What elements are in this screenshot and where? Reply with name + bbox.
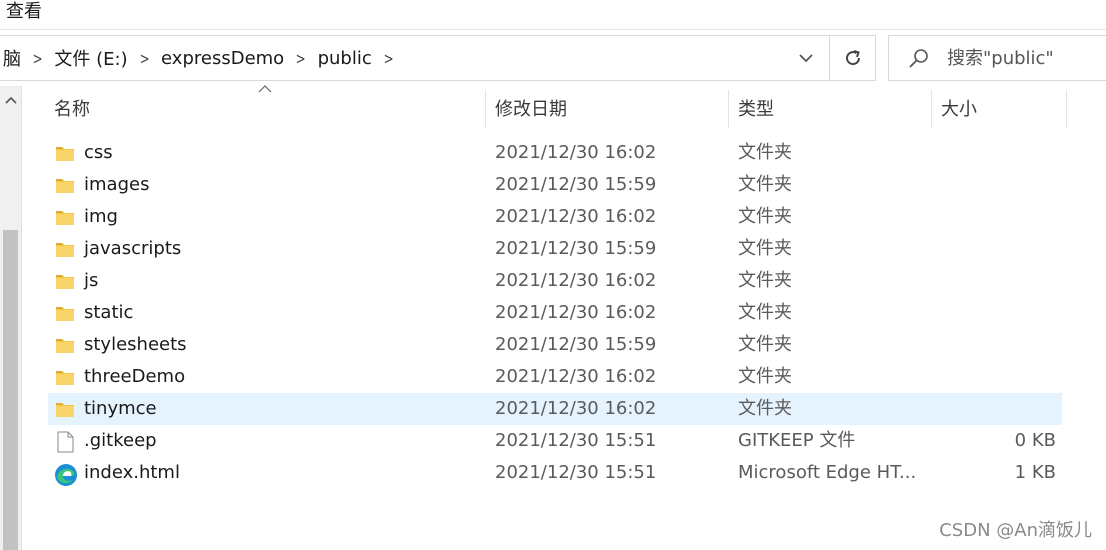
file-name: index.html	[84, 462, 180, 483]
file-modified-date: 2021/12/30 15:51	[495, 430, 657, 451]
folder-icon	[54, 239, 76, 259]
file-modified-date: 2021/12/30 16:02	[495, 270, 657, 291]
column-header-name[interactable]: 名称	[54, 86, 484, 130]
file-row[interactable]: static 2021/12/30 16:02 文件夹	[48, 297, 1062, 329]
folder-icon	[54, 143, 76, 163]
folder-icon	[54, 335, 76, 355]
address-row: 脑 > 文件 (E:) > expressDemo > public >	[0, 30, 1106, 86]
folder-icon	[54, 367, 76, 387]
folder-icon	[54, 207, 76, 227]
file-row[interactable]: stylesheets 2021/12/30 15:59 文件夹	[48, 329, 1062, 361]
file-name: images	[84, 174, 150, 195]
breadcrumb-drive[interactable]: 文件 (E:)	[50, 45, 131, 71]
folder-icon	[54, 271, 76, 291]
column-divider[interactable]	[1066, 90, 1067, 128]
file-type: 文件夹	[738, 238, 792, 259]
view-tab[interactable]: 查看	[6, 0, 42, 24]
edge-icon	[54, 463, 77, 486]
file-modified-date: 2021/12/30 16:02	[495, 206, 657, 227]
file-modified-date: 2021/12/30 16:02	[495, 398, 657, 419]
file-modified-date: 2021/12/30 16:02	[495, 302, 657, 323]
chevron-right-icon[interactable]: >	[28, 49, 47, 68]
folder-icon	[54, 399, 76, 419]
folder-icon	[54, 175, 76, 195]
file-row[interactable]: javascripts 2021/12/30 15:59 文件夹	[48, 233, 1062, 265]
file-modified-date: 2021/12/30 15:51	[495, 462, 657, 483]
file-name: js	[84, 270, 99, 291]
file-row[interactable]: tinymce 2021/12/30 16:02 文件夹	[48, 393, 1062, 425]
file-type: 文件夹	[738, 302, 792, 323]
search-box[interactable]	[888, 35, 1106, 81]
column-header-size[interactable]: 大小	[941, 86, 1061, 130]
scroll-thumb[interactable]	[3, 230, 18, 550]
search-icon	[909, 49, 928, 68]
column-divider[interactable]	[728, 90, 729, 128]
file-modified-date: 2021/12/30 16:02	[495, 142, 657, 163]
file-name: .gitkeep	[84, 430, 157, 451]
file-name: threeDemo	[84, 366, 186, 387]
column-divider[interactable]	[485, 90, 486, 128]
breadcrumb-public[interactable]: public	[314, 48, 376, 69]
pane-divider	[21, 86, 22, 550]
file-row[interactable]: images 2021/12/30 15:59 文件夹	[48, 169, 1062, 201]
chevron-right-icon[interactable]: >	[291, 49, 310, 68]
file-type: Microsoft Edge HT...	[738, 462, 917, 483]
file-row[interactable]: .gitkeep 2021/12/30 15:51 GITKEEP 文件 0 KB	[48, 425, 1062, 457]
file-name: css	[84, 142, 113, 163]
refresh-icon	[845, 50, 860, 66]
file-type: 文件夹	[738, 206, 792, 227]
file-modified-date: 2021/12/30 16:02	[495, 366, 657, 387]
file-name: img	[84, 206, 118, 227]
ribbon: 查看	[0, 0, 1106, 30]
address-bar[interactable]: 脑 > 文件 (E:) > expressDemo > public >	[0, 35, 876, 81]
file-row[interactable]: css 2021/12/30 16:02 文件夹	[48, 137, 1062, 169]
file-name: javascripts	[84, 238, 182, 259]
scroll-up-icon[interactable]	[0, 90, 21, 110]
address-dropdown-button[interactable]	[785, 36, 827, 80]
file-icon	[54, 431, 76, 453]
breadcrumb-root[interactable]: 脑	[0, 45, 25, 71]
file-row[interactable]: img 2021/12/30 16:02 文件夹	[48, 201, 1062, 233]
file-row[interactable]: threeDemo 2021/12/30 16:02 文件夹	[48, 361, 1062, 393]
file-type: 文件夹	[738, 174, 792, 195]
file-type: 文件夹	[738, 142, 792, 163]
file-name: stylesheets	[84, 334, 187, 355]
column-headers: 名称 修改日期 类型 大小	[22, 85, 1106, 132]
file-row[interactable]: index.html 2021/12/30 15:51 Microsoft Edge…	[48, 457, 1062, 489]
file-modified-date: 2021/12/30 15:59	[495, 238, 657, 259]
column-header-type[interactable]: 类型	[738, 86, 928, 130]
file-modified-date: 2021/12/30 15:59	[495, 334, 657, 355]
file-modified-date: 2021/12/30 15:59	[495, 174, 657, 195]
folder-icon	[54, 303, 76, 323]
file-name: tinymce	[84, 398, 157, 419]
refresh-button[interactable]	[829, 36, 875, 80]
file-name: static	[84, 302, 134, 323]
file-type: 文件夹	[738, 366, 792, 387]
chevron-right-icon[interactable]: >	[135, 49, 154, 68]
column-divider[interactable]	[931, 90, 932, 128]
search-input[interactable]	[947, 36, 1106, 80]
column-header-date[interactable]: 修改日期	[495, 86, 725, 130]
file-type: GITKEEP 文件	[738, 430, 856, 451]
chevron-down-icon	[799, 54, 813, 63]
breadcrumb-expressdemo[interactable]: expressDemo	[157, 48, 288, 69]
file-size: 0 KB	[1014, 430, 1056, 451]
file-size: 1 KB	[1014, 462, 1056, 483]
breadcrumb: 脑 > 文件 (E:) > expressDemo > public >	[0, 36, 401, 80]
file-type: 文件夹	[738, 334, 792, 355]
file-type: 文件夹	[738, 398, 792, 419]
file-row[interactable]: js 2021/12/30 16:02 文件夹	[48, 265, 1062, 297]
nav-pane-scrollbar[interactable]	[0, 86, 21, 550]
watermark: CSDN @An滴饭儿	[939, 520, 1092, 541]
file-type: 文件夹	[738, 270, 792, 291]
chevron-right-icon[interactable]: >	[379, 49, 398, 68]
